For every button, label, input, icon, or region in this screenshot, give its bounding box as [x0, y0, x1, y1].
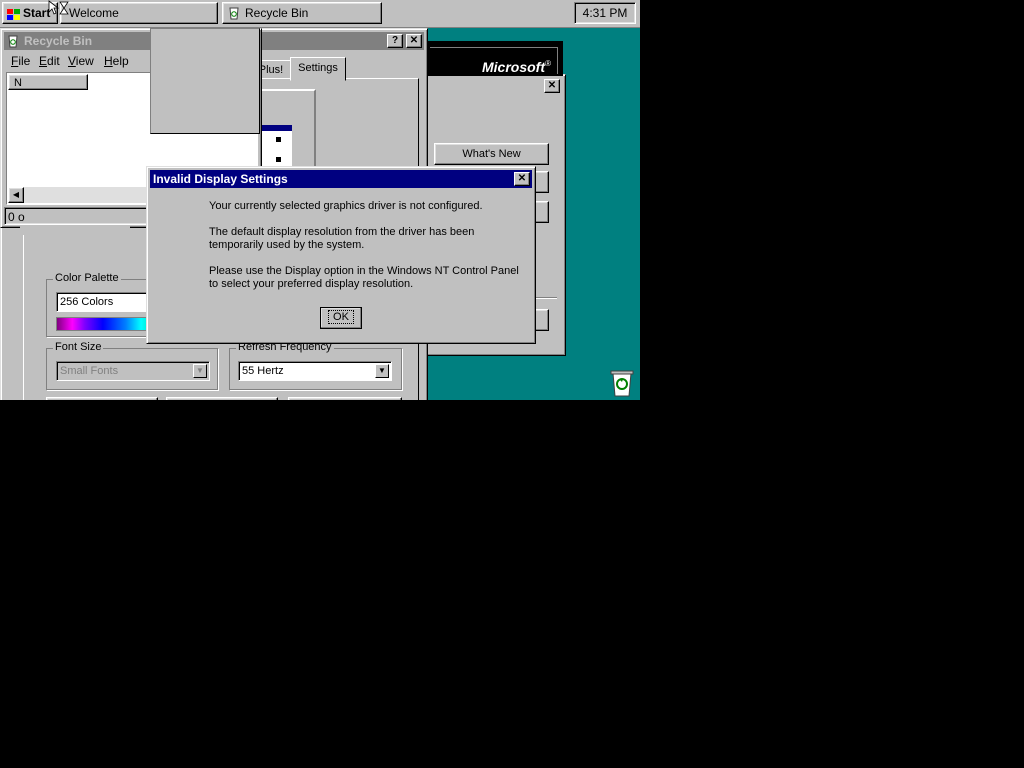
taskbar-button-recycle-bin[interactable]: Recycle Bin — [222, 2, 382, 24]
color-palette-value: 256 Colors — [60, 296, 114, 308]
help-button[interactable]: ? — [387, 34, 403, 48]
blank-window-fragment — [20, 225, 130, 235]
menu-view[interactable]: View — [68, 54, 94, 68]
tab-settings[interactable]: Settings — [290, 57, 346, 81]
menu-help[interactable]: Help — [104, 54, 129, 68]
ok-button[interactable]: OK — [320, 307, 362, 329]
refresh-frequency-select[interactable]: 55 Hertz ▼ — [238, 361, 392, 381]
taskbar-label-welcome: Welcome — [69, 6, 119, 20]
clock-text: 4:31 PM — [582, 6, 628, 20]
dialog-message-line2: The default display resolution from the … — [209, 226, 475, 251]
tab-settings-label: Settings — [298, 62, 338, 74]
whats-new-label: What's New — [462, 148, 521, 160]
test-button[interactable] — [166, 397, 278, 400]
welcome-banner: Microsoft ® — [426, 41, 563, 76]
taskbar-button-welcome[interactable]: Welcome — [60, 2, 218, 24]
close-button[interactable]: ✕ — [514, 172, 530, 186]
list-modes-button[interactable] — [46, 397, 158, 400]
chevron-down-icon: ▼ — [193, 364, 207, 378]
status-bar: 0 o — [4, 207, 154, 225]
column-header-label: N — [14, 77, 22, 89]
microsoft-logo: Microsoft — [482, 59, 545, 75]
recycle-bin-icon — [228, 6, 240, 20]
start-label: Start — [23, 6, 51, 20]
column-header-name[interactable]: N — [8, 74, 88, 90]
taskbar-clock[interactable]: 4:31 PM — [574, 2, 636, 24]
chevron-down-icon[interactable]: ▼ — [375, 364, 389, 378]
font-size-value: Small Fonts — [60, 365, 119, 377]
whats-new-button[interactable]: What's New — [434, 143, 549, 165]
preview-icon — [276, 157, 281, 162]
recycle-bin-icon — [7, 34, 19, 48]
display-type-button[interactable] — [288, 397, 402, 400]
recycle-bin-title: Recycle Bin — [24, 34, 93, 48]
dialog-titlebar[interactable]: Invalid Display Settings — [150, 170, 532, 188]
scroll-left-button[interactable]: ◀ — [8, 187, 24, 203]
font-size-select: Small Fonts ▼ — [56, 361, 210, 381]
ok-label: OK — [328, 310, 354, 324]
dialog-message-line3: Please use the Display option in the Win… — [209, 265, 519, 290]
dialog-message-line1: Your currently selected graphics driver … — [209, 200, 483, 212]
windows-logo-icon — [7, 7, 21, 20]
color-palette-label: Color Palette — [53, 272, 121, 284]
dialog-title: Invalid Display Settings — [153, 172, 288, 186]
invalid-display-settings-dialog[interactable]: Invalid Display Settings ✕ Your currentl… — [146, 166, 536, 344]
status-text: 0 o — [8, 210, 25, 224]
recycle-bin-desktop-icon[interactable] — [608, 368, 636, 398]
menu-edit[interactable]: Edit — [39, 54, 60, 68]
preview-icon — [276, 137, 281, 142]
blank-window-fragment — [150, 28, 260, 134]
refresh-frequency-value: 55 Hertz — [242, 365, 284, 377]
close-button[interactable]: ✕ — [544, 79, 560, 93]
hourglass-cursor-icon — [48, 0, 70, 18]
menu-file[interactable]: File — [11, 54, 30, 68]
font-size-label: Font Size — [53, 341, 104, 353]
close-button[interactable]: ✕ — [406, 34, 422, 48]
tab-plus-label: Plus! — [258, 64, 284, 76]
taskbar-label-recycle-bin: Recycle Bin — [245, 6, 309, 20]
taskbar: Start Welcome Recycle Bin 4:31 PM — [0, 0, 640, 28]
desktop: I E My ✕ What's New Microsoft ® ? ✕ Plu — [0, 0, 640, 400]
